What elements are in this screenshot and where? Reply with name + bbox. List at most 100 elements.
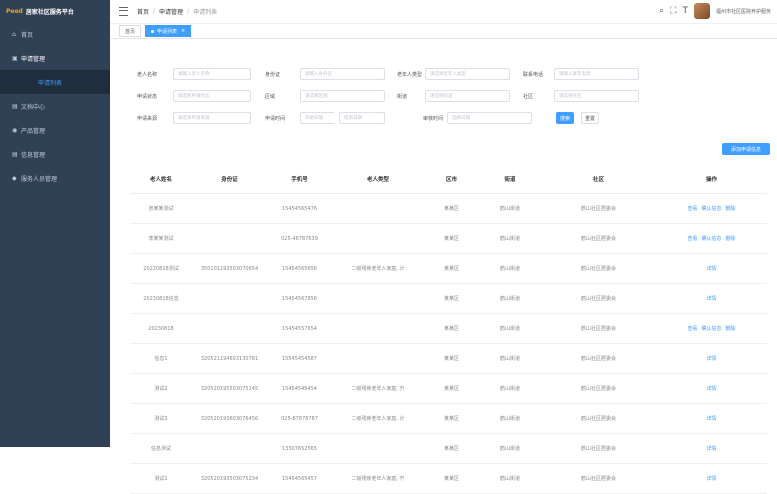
community-select[interactable]: 请选择社区 bbox=[554, 90, 639, 102]
column-header: 操作 bbox=[656, 165, 767, 194]
table-cell-district: 某某区 bbox=[424, 373, 479, 404]
sidebar-item-label: 信息管理 bbox=[21, 151, 46, 159]
table-cell-id: 320520193503075234 bbox=[192, 463, 267, 494]
row-action-link[interactable]: 查看 bbox=[687, 206, 697, 212]
row-action-link[interactable]: 查看 bbox=[687, 236, 697, 242]
add-apply-button[interactable]: 添加申请信息 bbox=[722, 143, 770, 155]
apply-end-date[interactable]: 结束日期 bbox=[339, 112, 385, 124]
table-row: 20230818 15454557654 某某区 鹤山街道 鹤山社区居委会 查看 确认信息删… bbox=[130, 313, 767, 344]
table-cell-name: 测试2 bbox=[130, 373, 192, 404]
tag-apply-list[interactable]: 申请列表 × bbox=[145, 25, 192, 37]
table-cell-name: 20230818信息 bbox=[130, 283, 192, 314]
table-cell-street: 鹤山街道 bbox=[479, 343, 541, 374]
filter-street: 街道 bbox=[397, 88, 407, 104]
row-action-link[interactable]: 详情 bbox=[706, 476, 716, 482]
avatar[interactable] bbox=[693, 3, 710, 19]
column-header: 街道 bbox=[479, 165, 541, 194]
row-action-link[interactable]: 删除 bbox=[726, 206, 736, 212]
table-cell-district: 某某区 bbox=[424, 313, 479, 344]
table-cell-actions: 详情 bbox=[656, 433, 767, 464]
table-cell-type bbox=[332, 343, 424, 374]
table-row: 测试1 320520193503075234 15454565457 二级残疾老年人家… bbox=[130, 463, 767, 494]
hamburger-icon[interactable] bbox=[119, 7, 128, 16]
filter-label: 老年人类型 bbox=[397, 71, 423, 78]
street-select[interactable]: 请选择街道 bbox=[425, 90, 510, 102]
filter-label: 申请状态 bbox=[137, 93, 158, 100]
sidebar-item-apply[interactable]: ▣ 申请管理 bbox=[0, 46, 110, 70]
row-action-link[interactable]: 确认信息 bbox=[701, 236, 721, 242]
search-icon[interactable]: ⌕ bbox=[659, 6, 664, 16]
sidebar-item-label: 服务人员管理 bbox=[21, 175, 58, 183]
review-date-picker[interactable]: 选择日期 bbox=[447, 112, 532, 124]
table-cell-community: 鹤山社区居委会 bbox=[541, 313, 656, 344]
table-cell-type: 二级残疾老年人家庭, 升 bbox=[332, 463, 424, 494]
table-cell-community: 鹤山社区居委会 bbox=[541, 253, 656, 284]
apply-table: 老人姓名 身份证 手机号 老人类型 区市 街道 社区 操作 张某某测试 15454… bbox=[130, 165, 767, 494]
user-icon: ◆ bbox=[12, 174, 17, 182]
row-action-link[interactable]: 详情 bbox=[706, 296, 716, 302]
table-cell-id: 320520195503075245 bbox=[192, 373, 267, 404]
app-title: 居家社区服务平台 bbox=[25, 8, 74, 16]
table-cell-community: 鹤山社区居委会 bbox=[541, 193, 656, 224]
sidebar-item-products[interactable]: ◉ 产品管理 bbox=[0, 118, 110, 142]
row-action-link[interactable]: 详情 bbox=[706, 266, 716, 272]
elder-name-input[interactable]: 请输入老人名称 bbox=[173, 68, 251, 80]
table-cell-street: 鹤山街道 bbox=[479, 223, 541, 254]
row-action-link[interactable]: 详情 bbox=[706, 356, 716, 362]
row-action-link[interactable]: 删除 bbox=[726, 236, 736, 242]
reset-button[interactable]: 重置 bbox=[581, 112, 599, 124]
sidebar-item-info[interactable]: ▤ 信息管理 bbox=[0, 142, 110, 166]
tag-home[interactable]: 首页 bbox=[119, 25, 142, 37]
row-action-link[interactable]: 详情 bbox=[706, 386, 716, 392]
sidebar-item-docs[interactable]: ▤ 文档中心 bbox=[0, 94, 110, 118]
table-cell-district: 某某区 bbox=[424, 433, 479, 464]
phone-input[interactable]: 请输入联系电话 bbox=[554, 68, 639, 80]
table-cell-actions: 详情 bbox=[656, 253, 767, 284]
fullscreen-icon[interactable]: ⛶ bbox=[670, 6, 676, 16]
row-action-link[interactable]: 确认信息 bbox=[701, 326, 721, 332]
filter-row-3: 申请来源 请选择申请来源 申请时间 开始日期 结束日期 审核时间 选择日期 搜索… bbox=[110, 110, 777, 126]
tags-view: 首页 申请列表 × bbox=[110, 23, 777, 39]
username[interactable]: 福州市社区医院养护服务 bbox=[716, 8, 771, 15]
table-cell-phone: 15454545454 bbox=[267, 373, 332, 404]
table-row: 信息1 320521194603130781 15545454587 某某区 鹤山街道鹤… bbox=[130, 343, 767, 374]
table-cell-actions: 查看 确认信息 删除 bbox=[656, 313, 767, 344]
apply-source-select[interactable]: 请选择申请来源 bbox=[173, 112, 251, 124]
row-action-link[interactable]: 确认信息 bbox=[701, 206, 721, 212]
filter-label: 老人名称 bbox=[137, 71, 158, 78]
table-cell-id bbox=[192, 223, 267, 254]
close-icon[interactable]: × bbox=[181, 28, 185, 34]
filter-community: 社区 bbox=[523, 88, 533, 104]
table-cell-district: 某某区 bbox=[424, 463, 479, 494]
active-dot-icon bbox=[151, 29, 155, 33]
district-select[interactable]: 请选择区域 bbox=[300, 90, 385, 102]
row-action-link[interactable]: 查看 bbox=[687, 326, 697, 332]
filter-district: 区域 bbox=[265, 88, 275, 104]
search-button[interactable]: 搜索 bbox=[556, 112, 574, 124]
id-card-input[interactable]: 请输入身份证 bbox=[300, 68, 385, 80]
header-tools: ⌕ ⛶ T 福州市社区医院养护服务 bbox=[659, 3, 771, 19]
table-cell-phone: 15454565457 bbox=[267, 463, 332, 494]
home-icon: ⌂ bbox=[12, 30, 16, 38]
filter-apply-source: 申请来源 bbox=[137, 110, 157, 126]
table-cell-street: 鹤山街道 bbox=[479, 313, 541, 344]
app-logo: Peed 居家社区服务平台 bbox=[0, 0, 110, 22]
apply-start-date[interactable]: 开始日期 bbox=[300, 112, 335, 124]
table-cell-street: 鹤山街道 bbox=[479, 433, 541, 464]
row-action-link[interactable]: 删除 bbox=[726, 326, 736, 332]
sidebar-item-staff[interactable]: ◆ 服务人员管理 bbox=[0, 166, 110, 190]
sidebar-subitem-apply-list[interactable]: 申请列表 bbox=[0, 70, 110, 94]
elder-type-select[interactable]: 请选择老年人类型 bbox=[425, 68, 510, 80]
table-cell-street: 鹤山街道 bbox=[479, 403, 541, 434]
font-size-icon[interactable]: T bbox=[682, 6, 688, 16]
table-cell-phone: 025-87878787 bbox=[267, 403, 332, 434]
apply-status-select[interactable]: 请选择申请状态 bbox=[173, 90, 251, 102]
breadcrumb-home[interactable]: 首页 bbox=[137, 7, 149, 16]
sidebar-item-home[interactable]: ⌂ 首页 bbox=[0, 22, 110, 46]
row-action-link[interactable]: 详情 bbox=[706, 416, 716, 422]
filter-review-time: 审核时间 bbox=[423, 110, 443, 126]
table-cell-street: 鹤山街道 bbox=[479, 193, 541, 224]
table-cell-id: 320520193603076456 bbox=[192, 403, 267, 434]
breadcrumb-apply[interactable]: 申请管理 bbox=[159, 7, 183, 16]
sidebar-item-label: 首页 bbox=[21, 31, 34, 39]
